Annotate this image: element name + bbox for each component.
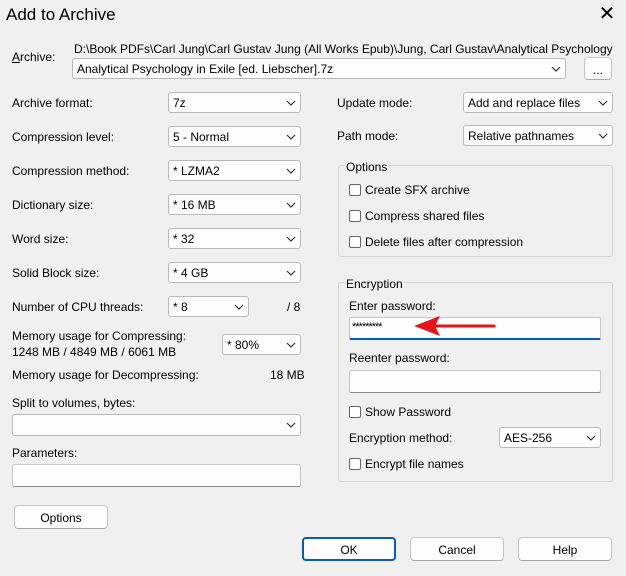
compression-level-select[interactable]: 5 - Normal [168, 126, 301, 147]
update-mode-select[interactable]: Add and replace files [463, 92, 613, 113]
archive-path: D:\Book PDFs\Carl Jung\Carl Gustav Jung … [74, 42, 614, 56]
create-sfx-label: Create SFX archive [365, 183, 470, 197]
compression-method-value: * LZMA2 [173, 164, 220, 178]
enter-password-label: Enter password: [349, 299, 436, 313]
chevron-down-icon [286, 236, 296, 242]
password-value: ********* [352, 321, 383, 333]
reenter-password-input[interactable] [349, 370, 601, 393]
archive-label: Archive: [12, 50, 56, 64]
compression-level-label: Compression level: [12, 130, 115, 144]
ok-button-label: OK [340, 543, 358, 557]
archive-filename-combo[interactable]: Analytical Psychology in Exile [ed. Lieb… [72, 58, 566, 79]
chevron-down-icon [286, 202, 296, 208]
cpu-threads-label: Number of CPU threads: [12, 300, 144, 314]
path-mode-label: Path mode: [337, 129, 399, 143]
show-password-checkbox[interactable] [349, 406, 361, 418]
word-size-label: Word size: [12, 232, 69, 246]
compression-method-select[interactable]: * LZMA2 [168, 160, 301, 181]
close-icon[interactable]: ✕ [596, 2, 618, 26]
memory-compress-label: Memory usage for Compressing: [12, 329, 187, 343]
window-title: Add to Archive [6, 5, 116, 24]
solid-block-size-value: * 4 GB [173, 266, 209, 280]
memory-compress-detail: 1248 MB / 4849 MB / 6061 MB [12, 345, 177, 359]
delete-after-label: Delete files after compression [365, 235, 524, 249]
chevron-down-icon [234, 304, 244, 310]
compression-level-value: 5 - Normal [173, 130, 230, 144]
memory-compress-select[interactable]: * 80% [222, 334, 301, 355]
browse-button-label: ... [592, 63, 603, 77]
solid-block-size-label: Solid Block size: [12, 266, 100, 280]
update-mode-value: Add and replace files [468, 96, 581, 110]
path-mode-value: Relative pathnames [468, 129, 575, 143]
memory-compress-value: * 80% [227, 338, 260, 352]
memory-decompress-label: Memory usage for Decompressing: [12, 368, 199, 382]
encrypt-names-label: Encrypt file names [365, 457, 464, 471]
split-volumes-combo[interactable] [12, 414, 301, 436]
memory-decompress-value: 18 MB [270, 368, 305, 382]
delete-after-checkbox[interactable] [349, 236, 361, 248]
options-button-label: Options [40, 511, 82, 525]
chevron-down-icon [286, 134, 296, 140]
chevron-down-icon [286, 342, 296, 348]
chevron-down-icon [598, 133, 608, 139]
compress-shared-checkbox[interactable] [349, 210, 361, 222]
reenter-password-label: Reenter password: [349, 351, 450, 365]
update-mode-label: Update mode: [337, 96, 413, 110]
archive-format-value: 7z [173, 96, 186, 110]
archive-filename-value: Analytical Psychology in Exile [ed. Lieb… [77, 62, 334, 76]
chevron-down-icon [286, 100, 296, 106]
create-sfx-checkbox[interactable] [349, 184, 361, 196]
word-size-select[interactable]: * 32 [168, 228, 301, 249]
encryption-group-title: Encryption [345, 277, 404, 291]
browse-button[interactable]: ... [584, 57, 612, 80]
options-button[interactable]: Options [14, 505, 108, 529]
encrypt-names-checkbox[interactable] [349, 458, 361, 470]
cpu-threads-select[interactable]: * 8 [168, 296, 249, 317]
archive-format-select[interactable]: 7z [168, 92, 301, 113]
path-mode-select[interactable]: Relative pathnames [463, 125, 613, 146]
cpu-threads-max: / 8 [287, 300, 301, 314]
help-button[interactable]: Help [518, 537, 612, 561]
cancel-button[interactable]: Cancel [410, 537, 504, 561]
options-group-title: Options [345, 160, 389, 174]
help-button-label: Help [552, 543, 578, 557]
compression-method-label: Compression method: [12, 164, 130, 178]
chevron-down-icon [286, 168, 296, 174]
dictionary-size-select[interactable]: * 16 MB [168, 194, 301, 215]
encryption-method-value: AES-256 [504, 431, 553, 445]
red-arrow-annotation [414, 316, 496, 336]
archive-format-label: Archive format: [12, 96, 93, 110]
solid-block-size-select[interactable]: * 4 GB [168, 262, 301, 283]
encryption-method-select[interactable]: AES-256 [499, 427, 601, 448]
show-password-label: Show Password [365, 405, 452, 419]
chevron-down-icon [286, 270, 296, 276]
parameters-input[interactable] [12, 464, 301, 487]
cpu-threads-value: * 8 [173, 300, 188, 314]
compress-shared-label: Compress shared files [365, 209, 485, 223]
chevron-down-icon [586, 435, 596, 441]
parameters-label: Parameters: [12, 446, 78, 460]
dictionary-size-label: Dictionary size: [12, 198, 94, 212]
chevron-down-icon [551, 66, 561, 72]
encryption-method-label: Encryption method: [349, 431, 453, 445]
ok-button[interactable]: OK [302, 537, 396, 561]
cancel-button-label: Cancel [438, 543, 476, 557]
split-volumes-label: Split to volumes, bytes: [12, 396, 136, 410]
chevron-down-icon [598, 100, 608, 106]
dictionary-size-value: * 16 MB [173, 198, 216, 212]
word-size-value: * 32 [173, 232, 195, 246]
chevron-down-icon [286, 422, 296, 428]
